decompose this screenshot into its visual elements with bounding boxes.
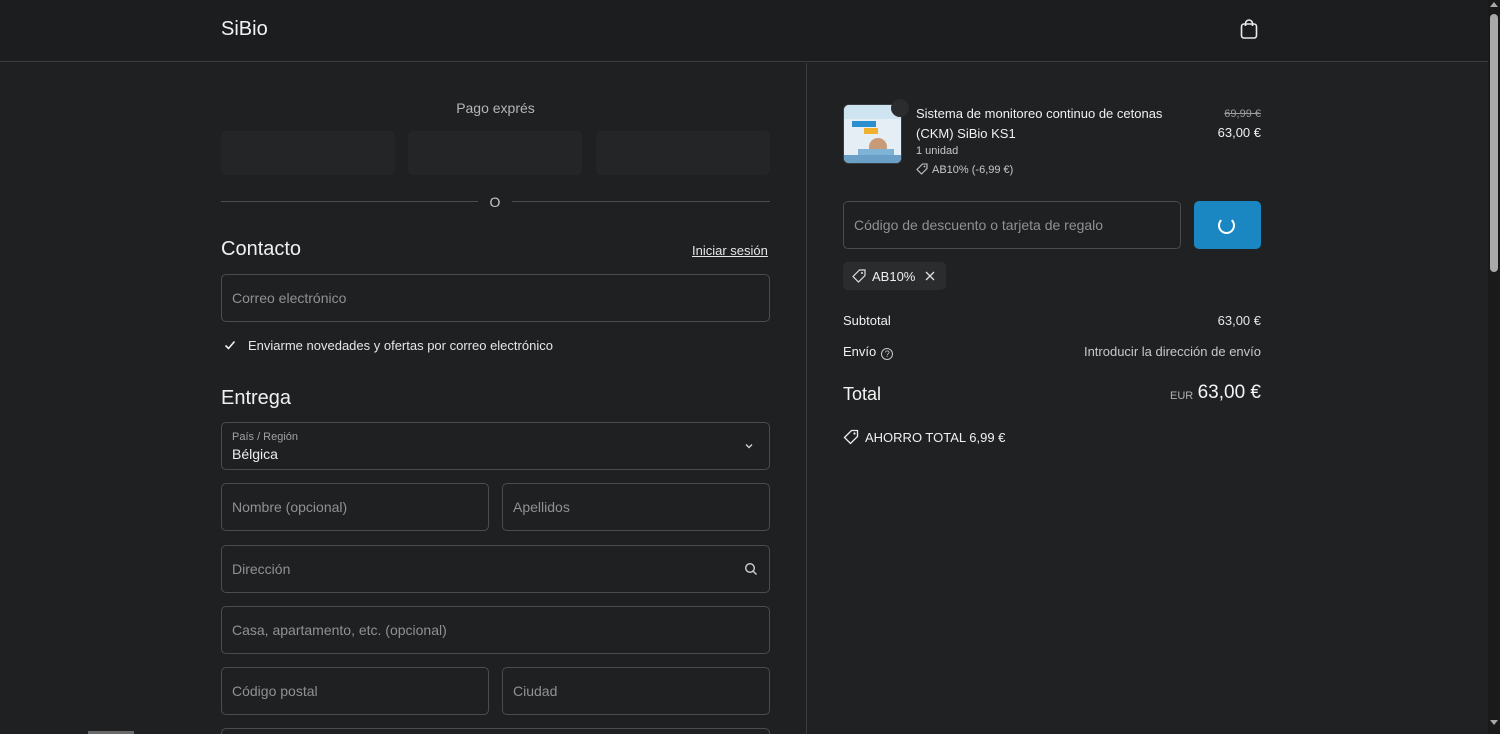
site-header: SiBio — [0, 0, 1488, 62]
address-placeholder: Dirección — [232, 561, 291, 577]
first-name-placeholder: Nombre (opcional) — [232, 499, 348, 515]
chevron-down-icon — [745, 444, 753, 449]
order-summary-panel — [807, 63, 1488, 734]
discount-code-placeholder: Código de descuento o tarjeta de regalo — [854, 217, 1104, 233]
express-pay-button-3[interactable] — [596, 131, 770, 175]
or-separator: O — [489, 194, 501, 210]
newsletter-label: Enviarme novedades y ofertas por correo … — [248, 338, 553, 353]
applied-discount-chip: AB10% — [843, 262, 946, 290]
total-currency: EUR — [1170, 390, 1194, 402]
login-link[interactable]: Iniciar sesión — [692, 243, 768, 258]
country-value: Bélgica — [232, 446, 278, 462]
product-discount: AB10% (-6,99 €) — [916, 163, 1013, 176]
tag-icon — [916, 163, 928, 175]
savings-tag-icon — [843, 429, 859, 445]
applied-code: AB10% — [872, 269, 916, 284]
last-name-placeholder: Apellidos — [513, 499, 570, 515]
contact-heading: Contacto — [221, 238, 302, 260]
product-original-price: 69,99 € — [1224, 108, 1261, 120]
column-divider — [806, 63, 807, 734]
express-checkout-title: Pago exprés — [456, 100, 535, 116]
email-placeholder: Correo electrónico — [232, 290, 347, 306]
subtotal-value: 63,00 € — [1217, 313, 1261, 328]
shipping-value: Introducir la dirección de envío — [1083, 344, 1261, 359]
product-discount-text: AB10% (-6,99 €) — [932, 164, 1014, 176]
vertical-scrollbar[interactable] — [1488, 0, 1500, 734]
shipping-label-row: Envío? — [843, 344, 894, 360]
country-select[interactable]: País / Región Bélgica — [221, 422, 770, 470]
postal-code-placeholder: Código postal — [232, 683, 318, 699]
divider-line-right — [512, 201, 770, 202]
scrollbar-thumb[interactable] — [1490, 14, 1498, 272]
shipping-label: Envío — [843, 344, 877, 359]
help-icon[interactable]: ? — [881, 348, 894, 360]
shopping-bag-icon[interactable] — [1238, 18, 1260, 40]
subtotal-label: Subtotal — [843, 313, 891, 328]
address-field[interactable]: Dirección — [221, 545, 770, 593]
loading-spinner-icon — [1218, 217, 1235, 234]
product-quantity: 1 unidad — [916, 145, 959, 157]
postal-code-field[interactable]: Código postal — [221, 667, 489, 715]
apartment-placeholder: Casa, apartamento, etc. (opcional) — [232, 622, 447, 638]
express-pay-button-2[interactable] — [408, 131, 582, 175]
city-field[interactable]: Ciudad — [502, 667, 770, 715]
product-price: 63,00 € — [1217, 125, 1261, 140]
last-name-field[interactable]: Apellidos — [502, 483, 770, 531]
newsletter-checkbox[interactable] — [221, 336, 239, 354]
apply-discount-button[interactable] — [1194, 201, 1261, 249]
total-label: Total — [843, 384, 882, 404]
apartment-field[interactable]: Casa, apartamento, etc. (opcional) — [221, 606, 770, 654]
brand-logo[interactable]: SiBio — [221, 18, 268, 41]
divider-line-left — [221, 201, 478, 202]
delivery-heading: Entrega — [221, 387, 292, 409]
total-value: 63,00 € — [1197, 382, 1261, 403]
quantity-badge — [891, 99, 909, 117]
checkmark-icon — [224, 340, 236, 350]
tag-icon — [852, 269, 866, 283]
city-placeholder: Ciudad — [513, 683, 558, 699]
scroll-down-arrow-icon[interactable] — [1490, 720, 1498, 725]
express-pay-button-1[interactable] — [221, 131, 395, 175]
email-field[interactable]: Correo electrónico — [221, 274, 770, 322]
total-savings-text: AHORRO TOTAL 6,99 € — [865, 430, 1006, 445]
scroll-up-arrow-icon[interactable] — [1490, 2, 1498, 7]
total-savings: AHORRO TOTAL 6,99 € — [843, 429, 1005, 445]
product-name: Sistema de monitoreo continuo de cetonas… — [916, 106, 1163, 141]
country-label: País / Región — [232, 431, 299, 443]
discount-code-field[interactable]: Código de descuento o tarjeta de regalo — [843, 201, 1181, 249]
next-field-partial[interactable] — [221, 728, 770, 734]
close-icon[interactable] — [924, 270, 936, 282]
search-icon[interactable] — [744, 562, 758, 576]
first-name-field[interactable]: Nombre (opcional) — [221, 483, 489, 531]
